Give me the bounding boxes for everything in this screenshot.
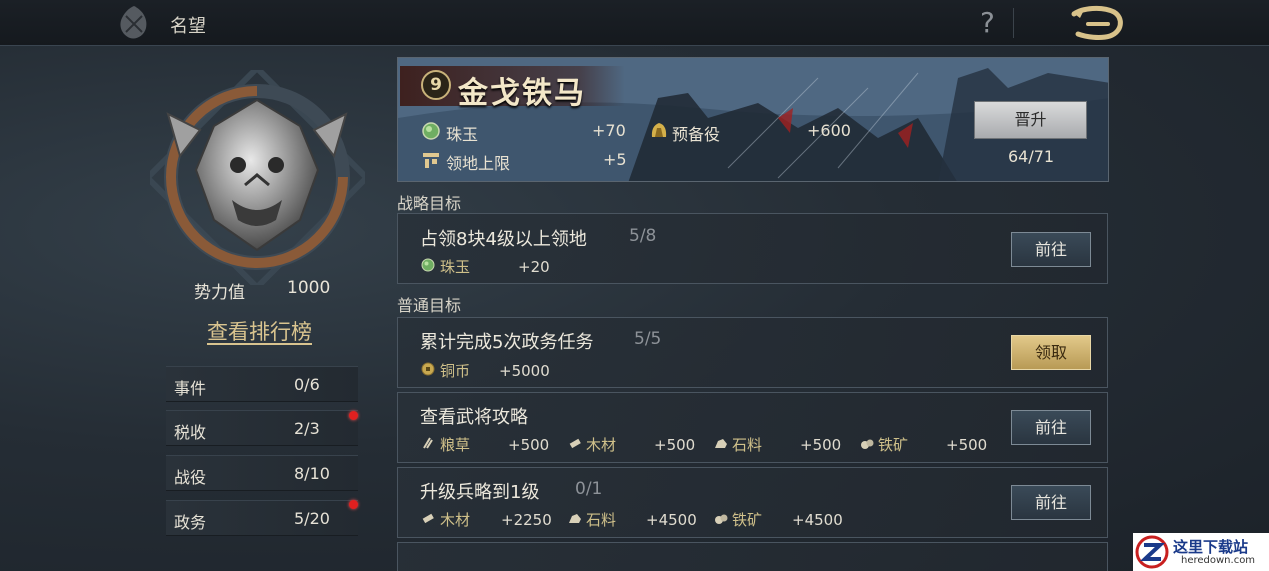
bonus-name: 珠玉	[446, 125, 479, 144]
reward-name: 石料	[586, 511, 617, 529]
stone-icon	[715, 439, 727, 448]
promote-button[interactable]: 晋升	[974, 101, 1087, 139]
stat-label: 税收	[174, 423, 207, 442]
reward-value: +500	[508, 436, 550, 454]
task-card: 累计完成5次政务任务 5/5 铜币 +5000 领取	[397, 317, 1108, 388]
reward-value: +500	[654, 436, 696, 454]
task-progress: 5/5	[634, 329, 662, 349]
emblem-icon	[120, 6, 147, 39]
task-progress: 5/8	[629, 226, 657, 246]
go-button[interactable]: 前往	[1011, 232, 1091, 267]
rank-banner: 9 金戈铁马 珠玉 +70 预备役 +600 领地上限 +5 晋升 64/71	[397, 57, 1109, 182]
reward-name: 粮草	[440, 436, 471, 454]
strategic-section-title: 战略目标	[397, 194, 462, 213]
claim-button[interactable]: 领取	[1011, 335, 1091, 370]
reward-value: +4500	[792, 511, 843, 529]
jade-icon	[421, 258, 435, 272]
stat-label: 政务	[174, 513, 207, 532]
reward-name: 木材	[440, 511, 471, 529]
power-value: 1000	[287, 278, 331, 298]
reputation-emblem	[150, 70, 365, 285]
go-button[interactable]: 前往	[1011, 410, 1091, 445]
top-bar: 名望 ?	[0, 0, 1269, 46]
stat-value: 8/10	[294, 464, 330, 483]
iron-ore-icon	[861, 439, 874, 449]
bonus-name: 领地上限	[446, 154, 511, 173]
stat-row-affairs[interactable]: 政务 5/20	[166, 500, 358, 536]
task-title: 升级兵略到1级	[420, 482, 540, 503]
notification-dot	[349, 500, 358, 509]
stone-icon	[569, 514, 581, 523]
reward-name: 铁矿	[732, 511, 763, 529]
task-card: 占领8块4级以上领地 5/8 珠玉 +20 前往	[397, 213, 1108, 284]
bonus-value: +600	[807, 121, 851, 140]
stat-row-events[interactable]: 事件 0/6	[166, 366, 358, 402]
bonus-value: +70	[592, 121, 626, 140]
stat-value: 2/3	[294, 419, 320, 438]
task-card-partial	[397, 542, 1108, 571]
task-title: 累计完成5次政务任务	[420, 332, 594, 353]
back-dragon-icon[interactable]	[1068, 4, 1126, 42]
territory-icon	[423, 153, 439, 168]
reward-name: 铜币	[440, 362, 471, 380]
power-label: 势力值	[194, 283, 245, 303]
watermark-logo-icon	[1135, 535, 1169, 569]
jade-icon	[422, 122, 440, 140]
bonus-value: +5	[603, 150, 627, 169]
iron-ore-icon	[715, 514, 728, 524]
rank-title: 金戈铁马	[458, 76, 586, 111]
promote-progress: 64/71	[1008, 147, 1055, 166]
task-title: 查看武将攻略	[420, 407, 528, 428]
reward-value: +500	[800, 436, 842, 454]
rank-level-badge: 9	[421, 70, 451, 100]
site-watermark: 这里下载站 heredown.com	[1133, 533, 1269, 571]
grain-icon	[423, 437, 433, 449]
go-button[interactable]: 前往	[1011, 485, 1091, 520]
stat-row-tax[interactable]: 税收 2/3	[166, 410, 358, 446]
task-progress: 0/1	[575, 479, 603, 499]
reserve-troops-icon	[651, 123, 667, 137]
stat-label: 事件	[174, 379, 207, 398]
reward-value: +4500	[646, 511, 697, 529]
wood-icon	[422, 513, 434, 524]
watermark-text: 这里下载站	[1173, 538, 1249, 556]
stat-label: 战役	[174, 468, 207, 487]
notification-dot	[349, 411, 358, 420]
reward-name: 珠玉	[440, 258, 471, 276]
stat-value: 0/6	[294, 375, 320, 394]
leaderboard-link[interactable]: 查看排行榜	[207, 316, 312, 346]
reward-name: 石料	[732, 436, 763, 454]
copper-coin-icon	[421, 362, 435, 376]
reward-name: 木材	[586, 436, 617, 454]
task-card: 查看武将攻略 粮草 +500 木材 +500 石料 +500 铁矿 +500 前…	[397, 392, 1108, 463]
reward-value: +500	[946, 436, 988, 454]
task-card: 升级兵略到1级 0/1 木材 +2250 石料 +4500 铁矿 +4500 前…	[397, 467, 1108, 538]
reward-value: +5000	[499, 362, 550, 380]
stat-value: 5/20	[294, 509, 330, 528]
help-icon[interactable]: ?	[980, 6, 995, 39]
wood-icon	[569, 438, 581, 449]
watermark-url: heredown.com	[1181, 555, 1256, 566]
stat-row-battles[interactable]: 战役 8/10	[166, 455, 358, 491]
page-title: 名望	[170, 16, 206, 37]
reward-name: 铁矿	[878, 436, 909, 454]
reward-value: +2250	[501, 511, 552, 529]
normal-section-title: 普通目标	[397, 296, 462, 315]
divider	[1013, 8, 1014, 38]
task-title: 占领8块4级以上领地	[420, 229, 587, 250]
reward-value: +20	[518, 258, 550, 276]
bonus-name: 预备役	[672, 125, 721, 144]
